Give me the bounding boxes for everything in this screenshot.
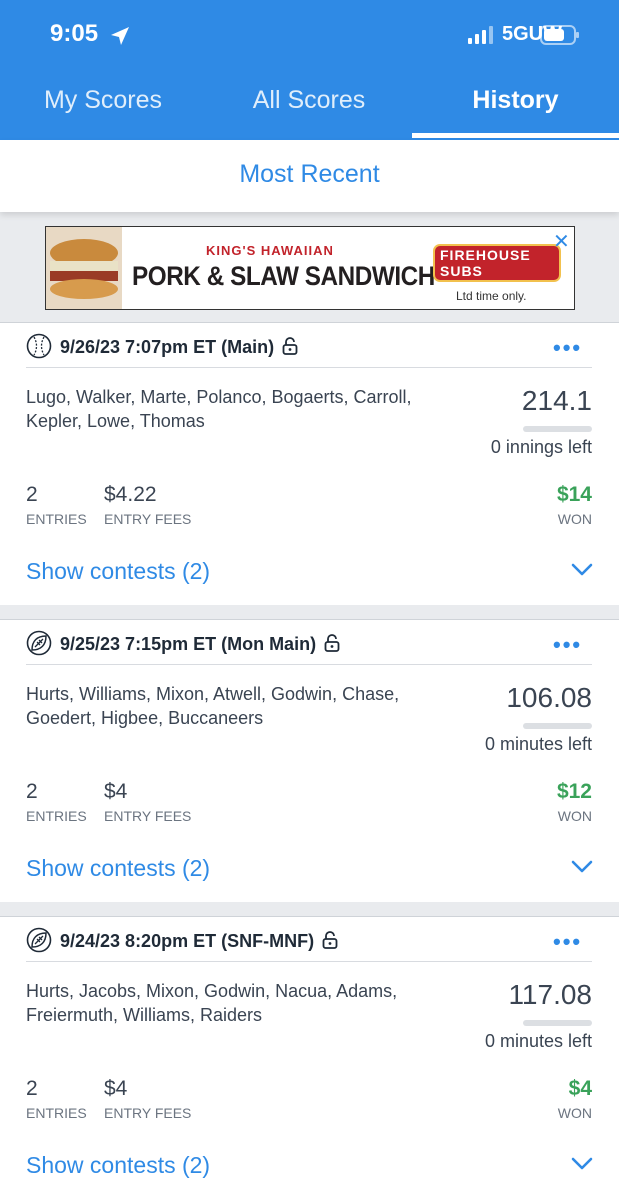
status-time: 9:05 bbox=[50, 20, 99, 47]
lineup-title: 9/25/23 7:15pm ET (Mon Main) bbox=[60, 634, 340, 655]
entries-label: ENTRIES bbox=[26, 511, 87, 527]
tab-all-scores[interactable]: All Scores bbox=[206, 86, 412, 122]
progress-bar bbox=[523, 426, 592, 432]
football-icon bbox=[26, 927, 52, 953]
won-label: WON bbox=[557, 511, 592, 527]
lineup-card: 9/24/23 8:20pm ET (SNF-MNF) ••• Hurts, J… bbox=[0, 916, 619, 1201]
lineup-title-text: 9/26/23 7:07pm ET (Main) bbox=[60, 337, 275, 357]
entries-label: ENTRIES bbox=[26, 808, 87, 824]
lineup-players: Hurts, Jacobs, Mixon, Godwin, Nacua, Ada… bbox=[26, 981, 398, 1025]
chevron-down-icon[interactable] bbox=[571, 1157, 593, 1171]
lineup-card: 9/26/23 7:07pm ET (Main) ••• Lugo, Walke… bbox=[0, 322, 619, 605]
ad-title: PORK & SLAW SANDWICH bbox=[132, 261, 435, 291]
cellular-signal-icon bbox=[468, 26, 493, 44]
entries-count: 2 bbox=[26, 1077, 38, 1100]
more-options-icon[interactable]: ••• bbox=[553, 335, 582, 361]
lineup-title: 9/24/23 8:20pm ET (SNF-MNF) bbox=[60, 931, 338, 952]
lineup-card: 9/25/23 7:15pm ET (Mon Main) ••• Hurts, … bbox=[0, 619, 619, 902]
lineup-players: Hurts, Williams, Mixon, Atwell, Godwin, … bbox=[26, 684, 400, 728]
more-options-icon[interactable]: ••• bbox=[553, 929, 582, 955]
divider bbox=[26, 961, 592, 962]
location-arrow-icon bbox=[111, 27, 129, 45]
entry-fees-label: ENTRY FEES bbox=[104, 808, 192, 824]
close-icon[interactable]: ✕ bbox=[553, 229, 570, 254]
chevron-down-icon[interactable] bbox=[571, 563, 593, 577]
filter-bar: Most Recent bbox=[0, 140, 619, 212]
time-remaining: 0 minutes left bbox=[484, 734, 592, 754]
entry-fees-amount: $4.22 bbox=[104, 483, 157, 506]
show-contests-button[interactable]: Show contests (2) bbox=[26, 558, 210, 585]
won-amount: $4 bbox=[568, 1077, 592, 1100]
show-contests-button[interactable]: Show contests (2) bbox=[26, 855, 210, 882]
progress-bar bbox=[523, 723, 592, 729]
entry-fees-label: ENTRY FEES bbox=[104, 1105, 192, 1121]
lineup-players: Lugo, Walker, Marte, Polanco, Bogaerts, … bbox=[26, 387, 412, 431]
entry-fees-amount: $4 bbox=[104, 1077, 128, 1100]
show-contests-button[interactable]: Show contests (2) bbox=[26, 1152, 210, 1179]
lineup-score: 106.08 bbox=[506, 682, 592, 713]
won-amount: $12 bbox=[556, 780, 592, 803]
lineup-score: 214.1 bbox=[521, 385, 592, 416]
lineup-title-text: 9/25/23 7:15pm ET (Mon Main) bbox=[60, 634, 317, 654]
lineup-title: 9/26/23 7:07pm ET (Main) bbox=[60, 337, 298, 358]
divider bbox=[26, 664, 592, 665]
sandwich-image bbox=[46, 227, 122, 309]
baseball-icon bbox=[26, 333, 52, 359]
entry-fees-label: ENTRY FEES bbox=[104, 511, 192, 527]
entries-count: 2 bbox=[26, 483, 38, 506]
entry-fees-amount: $4 bbox=[104, 780, 128, 803]
won-label: WON bbox=[557, 808, 592, 824]
progress-bar bbox=[523, 1020, 592, 1026]
sort-filter-button[interactable]: Most Recent bbox=[0, 160, 619, 189]
more-options-icon[interactable]: ••• bbox=[553, 632, 582, 658]
divider bbox=[26, 367, 592, 368]
entries-count: 2 bbox=[26, 780, 38, 803]
entries-label: ENTRIES bbox=[26, 1105, 87, 1121]
battery-icon bbox=[540, 25, 579, 45]
lineup-score: 117.08 bbox=[508, 979, 592, 1010]
football-icon bbox=[26, 630, 52, 656]
chevron-down-icon[interactable] bbox=[571, 860, 593, 874]
time-remaining: 0 minutes left bbox=[484, 1031, 592, 1051]
ad-subtext: Ltd time only. bbox=[456, 289, 527, 303]
app-header: 9:05 5GUW My Scores All Scores History bbox=[0, 0, 619, 140]
tab-my-scores[interactable]: My Scores bbox=[0, 86, 206, 122]
lineup-title-text: 9/24/23 8:20pm ET (SNF-MNF) bbox=[60, 931, 315, 951]
time-remaining: 0 innings left bbox=[490, 437, 592, 457]
won-amount: $14 bbox=[556, 483, 592, 506]
won-label: WON bbox=[557, 1105, 592, 1121]
ad-banner[interactable]: KING'S HAWAIIAN PORK & SLAW SANDWICH FIR… bbox=[45, 226, 575, 310]
tab-history[interactable]: History bbox=[412, 86, 619, 122]
lock-icon bbox=[324, 634, 340, 652]
lock-icon bbox=[322, 931, 338, 949]
ad-brand-text: KING'S HAWAIIAN bbox=[206, 243, 334, 258]
lock-icon bbox=[282, 337, 298, 355]
active-tab-indicator bbox=[412, 133, 619, 138]
